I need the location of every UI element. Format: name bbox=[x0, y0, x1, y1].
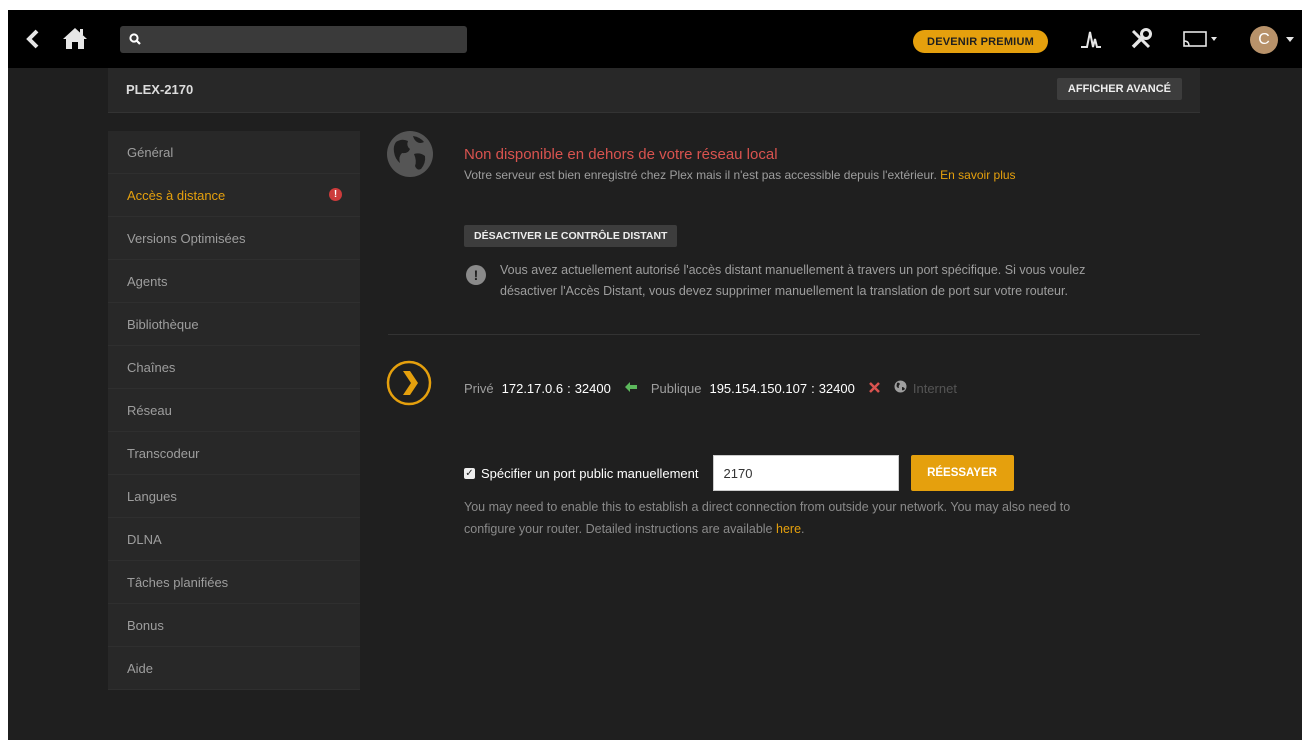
globe-small-icon bbox=[894, 380, 907, 396]
sidebar-item-label: Transcodeur bbox=[127, 445, 200, 461]
help-line: You may need to enable this to establish… bbox=[464, 500, 1071, 514]
private-port: 32400 bbox=[574, 380, 611, 396]
warning-icon: ! bbox=[329, 188, 342, 201]
separator: : bbox=[567, 380, 571, 396]
sidebar-item-scheduled-tasks[interactable]: Tâches planifiées bbox=[108, 561, 360, 604]
info-line: désactiver l'Accès Distant, vous devez s… bbox=[500, 284, 1068, 298]
plex-app: DEVENIR PREMIUM C PLEX-2170 AFFICHER AVA… bbox=[8, 10, 1302, 740]
learn-more-link[interactable]: En savoir plus bbox=[940, 168, 1015, 182]
public-label: Publique bbox=[650, 380, 702, 396]
avatar[interactable]: C bbox=[1250, 26, 1278, 54]
private-ip: 172.17.0.6 bbox=[501, 380, 564, 396]
activity-icon[interactable] bbox=[1078, 26, 1104, 52]
help-line-text: configure your router. Detailed instruct… bbox=[464, 522, 773, 536]
info-line: Vous avez actuellement autorisé l'accès … bbox=[500, 263, 1086, 277]
sidebar-item-library[interactable]: Bibliothèque bbox=[108, 303, 360, 346]
connection-status: Privé 172.17.0.6 : 32400 Publique 195.15… bbox=[464, 378, 957, 398]
premium-button[interactable]: DEVENIR PREMIUM bbox=[913, 30, 1048, 53]
sidebar-item-languages[interactable]: Langues bbox=[108, 475, 360, 518]
divider bbox=[388, 334, 1200, 335]
help-line-end: . bbox=[801, 522, 805, 536]
port-input[interactable] bbox=[712, 455, 899, 491]
sidebar-item-optimized-versions[interactable]: Versions Optimisées bbox=[108, 217, 360, 260]
settings-icon[interactable] bbox=[1127, 25, 1155, 53]
sidebar-item-label: Aide bbox=[127, 660, 154, 676]
status-title: Non disponible en dehors de votre réseau… bbox=[464, 146, 778, 163]
settings-sidebar: Général Accès à distance ! Versions Opti… bbox=[108, 131, 360, 690]
info-text: Vous avez actuellement autorisé l'accès … bbox=[500, 260, 1180, 302]
help-line: configure your router. Detailed instruct… bbox=[464, 518, 1184, 540]
public-port: 32400 bbox=[818, 380, 855, 396]
sidebar-item-label: Réseau bbox=[127, 402, 172, 418]
sidebar-item-label: Bibliothèque bbox=[127, 316, 199, 332]
retry-button[interactable]: RÉESSAYER bbox=[910, 455, 1014, 491]
sidebar-item-channels[interactable]: Chaînes bbox=[108, 346, 360, 389]
internet-label: Internet bbox=[912, 380, 957, 396]
sidebar-item-remote-access[interactable]: Accès à distance ! bbox=[108, 174, 360, 217]
sidebar-item-label: Tâches planifiées bbox=[127, 574, 229, 590]
search-input[interactable] bbox=[120, 26, 467, 53]
sidebar-item-help[interactable]: Aide bbox=[108, 647, 360, 690]
help-text: You may need to enable this to establish… bbox=[464, 496, 1184, 540]
manual-port-checkbox[interactable]: ✓ bbox=[464, 467, 475, 479]
server-name: PLEX-2170 bbox=[126, 82, 194, 97]
show-advanced-button[interactable]: AFFICHER AVANCÉ bbox=[1056, 78, 1182, 100]
sidebar-item-label: Langues bbox=[127, 488, 177, 504]
separator: : bbox=[811, 380, 815, 396]
arrow-left-icon bbox=[624, 381, 637, 395]
globe-icon bbox=[386, 130, 434, 178]
disable-remote-access-button[interactable]: DÉSACTIVER LE CONTRÔLE DISTANT bbox=[464, 225, 678, 247]
manual-port-row: ✓ Spécifier un port public manuellement … bbox=[464, 455, 1014, 491]
sidebar-item-label: Versions Optimisées bbox=[127, 230, 246, 246]
sidebar-item-label: Général bbox=[127, 144, 174, 160]
status-description-text: Votre serveur est bien enregistré chez P… bbox=[464, 168, 937, 182]
close-icon bbox=[868, 380, 880, 396]
sidebar-item-transcoder[interactable]: Transcodeur bbox=[108, 432, 360, 475]
plex-chevron-icon bbox=[386, 360, 432, 406]
manual-port-label: Spécifier un port public manuellement bbox=[481, 465, 699, 481]
here-link[interactable]: here bbox=[776, 522, 801, 536]
cast-icon[interactable] bbox=[1180, 28, 1222, 50]
sidebar-item-label: Bonus bbox=[127, 617, 164, 633]
search-icon bbox=[129, 32, 141, 50]
status-description: Votre serveur est bien enregistré chez P… bbox=[464, 168, 1016, 182]
sidebar-item-label: DLNA bbox=[127, 531, 162, 547]
sidebar-item-label: Accès à distance bbox=[127, 187, 226, 203]
sidebar-item-label: Chaînes bbox=[127, 359, 176, 375]
home-icon[interactable] bbox=[60, 25, 90, 51]
warning-icon: ! bbox=[466, 265, 486, 285]
server-header: PLEX-2170 AFFICHER AVANCÉ bbox=[108, 68, 1200, 113]
public-ip: 195.154.150.107 bbox=[709, 380, 808, 396]
sidebar-item-dlna[interactable]: DLNA bbox=[108, 518, 360, 561]
sidebar-item-agents[interactable]: Agents bbox=[108, 260, 360, 303]
sidebar-item-general[interactable]: Général bbox=[108, 131, 360, 174]
top-bar: DEVENIR PREMIUM C bbox=[8, 10, 1302, 68]
back-icon[interactable] bbox=[22, 27, 44, 51]
sidebar-item-extras[interactable]: Bonus bbox=[108, 604, 360, 647]
private-label: Privé bbox=[464, 380, 494, 396]
sidebar-item-network[interactable]: Réseau bbox=[108, 389, 360, 432]
sidebar-item-label: Agents bbox=[127, 273, 168, 289]
chevron-down-icon[interactable] bbox=[1284, 32, 1296, 46]
